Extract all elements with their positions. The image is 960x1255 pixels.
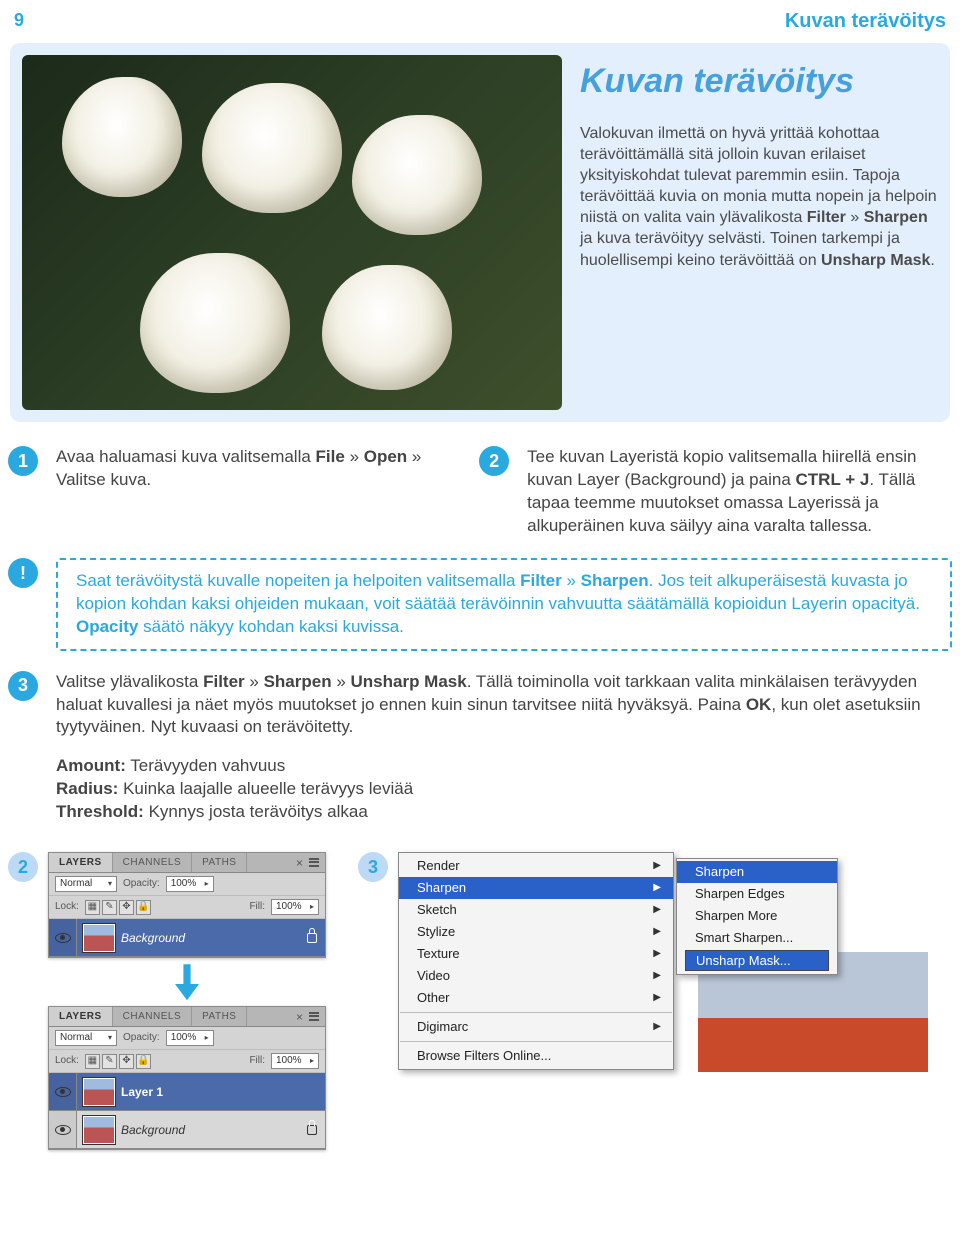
hero-image bbox=[22, 55, 562, 410]
blend-mode-select[interactable]: Normal▾ bbox=[55, 876, 117, 892]
menu-item-video[interactable]: Video▶ bbox=[399, 965, 673, 987]
hero-title: Kuvan terävöitys bbox=[580, 59, 938, 105]
hero-body: Valokuvan ilmettä on hyvä yrittää kohott… bbox=[580, 123, 938, 271]
panel-close-icon[interactable]: × bbox=[296, 855, 303, 871]
fill-label: Fill: bbox=[249, 900, 265, 914]
lock-transparent-icon[interactable]: ▦ bbox=[85, 900, 100, 915]
menu-separator bbox=[400, 1041, 672, 1042]
hero-box: Kuvan terävöitys Valokuvan ilmettä on hy… bbox=[10, 43, 950, 422]
panel-menu-icon[interactable] bbox=[305, 1010, 323, 1022]
tip-box: Saat terävöitystä kuvalle nopeiten ja he… bbox=[56, 558, 952, 651]
layers-panel-before: LAYERS CHANNELS PATHS × Normal▾ Opacity:… bbox=[48, 852, 326, 958]
layer-lock-icon bbox=[307, 1125, 317, 1135]
lock-all-icon[interactable]: 🔒 bbox=[136, 1054, 151, 1069]
step-marker-2: 2 bbox=[479, 446, 509, 476]
opacity-label: Opacity: bbox=[123, 877, 160, 891]
step-3-text: Valitse ylävalikosta Filter » Sharpen » … bbox=[56, 671, 952, 740]
sharpen-submenu: Sharpen Sharpen Edges Sharpen More Smart… bbox=[676, 858, 838, 975]
layer-name-label: Layer 1 bbox=[121, 1084, 163, 1100]
menu-item-render[interactable]: Render▶ bbox=[399, 855, 673, 877]
tab-channels[interactable]: CHANNELS bbox=[113, 853, 192, 872]
layer-thumb bbox=[83, 1116, 115, 1144]
menu-item-browse-filters[interactable]: Browse Filters Online... bbox=[399, 1045, 673, 1067]
menu-item-digimarc[interactable]: Digimarc▶ bbox=[399, 1016, 673, 1038]
tab-layers[interactable]: LAYERS bbox=[49, 853, 113, 872]
step-1-text: Avaa haluamasi kuva valitsemalla File » … bbox=[56, 446, 461, 492]
opacity-field[interactable]: 100%▸ bbox=[166, 876, 214, 892]
layer-name-label: Background bbox=[121, 930, 185, 946]
page-number: 9 bbox=[14, 8, 24, 35]
menu-item-sharpen[interactable]: Sharpen▶ bbox=[399, 877, 673, 899]
step-2-text: Tee kuvan Layeristä kopio valitsemalla h… bbox=[527, 446, 952, 538]
lock-pixels-icon[interactable]: ✎ bbox=[102, 1054, 117, 1069]
submenu-sharpen[interactable]: Sharpen bbox=[677, 861, 837, 883]
page-header: 9 Kuvan terävöitys bbox=[8, 0, 952, 39]
layer-background[interactable]: Background bbox=[49, 1111, 325, 1149]
panel-menu-icon[interactable] bbox=[305, 856, 323, 868]
visibility-eye-icon[interactable] bbox=[49, 1111, 77, 1148]
visibility-eye-icon[interactable] bbox=[49, 919, 77, 956]
fill-field[interactable]: 100%▸ bbox=[271, 1053, 319, 1069]
panel-close-icon[interactable]: × bbox=[296, 1009, 303, 1025]
visibility-eye-icon[interactable] bbox=[49, 1073, 77, 1110]
tip-marker: ! bbox=[8, 558, 38, 588]
arrow-down-icon bbox=[175, 964, 199, 1000]
fig-marker-3: 3 bbox=[358, 852, 388, 882]
submenu-sharpen-more[interactable]: Sharpen More bbox=[677, 905, 837, 927]
submenu-sharpen-edges[interactable]: Sharpen Edges bbox=[677, 883, 837, 905]
lock-pixels-icon[interactable]: ✎ bbox=[102, 900, 117, 915]
tip-row: ! Saat terävöitystä kuvalle nopeiten ja … bbox=[8, 558, 952, 651]
step-3-body: Valitse ylävalikosta Filter » Sharpen » … bbox=[56, 671, 952, 825]
lock-label: Lock: bbox=[55, 1054, 79, 1068]
step-3-row: 3 Valitse ylävalikosta Filter » Sharpen … bbox=[8, 671, 952, 825]
submenu-smart-sharpen[interactable]: Smart Sharpen... bbox=[677, 927, 837, 949]
menu-item-sketch[interactable]: Sketch▶ bbox=[399, 899, 673, 921]
layer-background[interactable]: Background bbox=[49, 919, 325, 957]
lock-position-icon[interactable]: ✥ bbox=[119, 900, 134, 915]
layer-thumb bbox=[83, 1078, 115, 1106]
layer-name-label: Background bbox=[121, 1122, 185, 1138]
layer-layer1[interactable]: Layer 1 bbox=[49, 1073, 325, 1111]
step-marker-3: 3 bbox=[8, 671, 38, 701]
layer-thumb bbox=[83, 924, 115, 952]
tab-layers[interactable]: LAYERS bbox=[49, 1007, 113, 1026]
layers-panels: LAYERS CHANNELS PATHS × Normal▾ Opacity:… bbox=[48, 852, 326, 1150]
opacity-label: Opacity: bbox=[123, 1031, 160, 1045]
fig-marker-2: 2 bbox=[8, 852, 38, 882]
bottom-screenshots: 2 LAYERS CHANNELS PATHS × Normal▾ Opacit… bbox=[8, 852, 952, 1150]
filter-menu: Render▶ Sharpen▶ Sketch▶ Stylize▶ Textur… bbox=[398, 852, 674, 1070]
step-marker-1: 1 bbox=[8, 446, 38, 476]
menu-item-stylize[interactable]: Stylize▶ bbox=[399, 921, 673, 943]
tab-paths[interactable]: PATHS bbox=[192, 853, 247, 872]
opacity-field[interactable]: 100%▸ bbox=[166, 1030, 214, 1046]
tab-paths[interactable]: PATHS bbox=[192, 1007, 247, 1026]
menu-item-texture[interactable]: Texture▶ bbox=[399, 943, 673, 965]
fill-label: Fill: bbox=[249, 1054, 265, 1068]
layers-panel-after: LAYERS CHANNELS PATHS × Normal▾ Opacity:… bbox=[48, 1006, 326, 1150]
page-title: Kuvan terävöitys bbox=[785, 8, 946, 35]
layer-lock-icon bbox=[307, 933, 317, 943]
steps-1-2: 1 Avaa haluamasi kuva valitsemalla File … bbox=[8, 446, 952, 538]
lock-transparent-icon[interactable]: ▦ bbox=[85, 1054, 100, 1069]
step-3-props: Amount: Terävyyden vahvuusRadius: Kuinka… bbox=[56, 755, 952, 824]
lock-label: Lock: bbox=[55, 900, 79, 914]
blend-mode-select[interactable]: Normal▾ bbox=[55, 1030, 117, 1046]
lock-all-icon[interactable]: 🔒 bbox=[136, 900, 151, 915]
tab-channels[interactable]: CHANNELS bbox=[113, 1007, 192, 1026]
submenu-unsharp-mask[interactable]: Unsharp Mask... bbox=[685, 950, 829, 971]
lock-position-icon[interactable]: ✥ bbox=[119, 1054, 134, 1069]
menu-item-other[interactable]: Other▶ bbox=[399, 987, 673, 1009]
fill-field[interactable]: 100%▸ bbox=[271, 899, 319, 915]
menu-separator bbox=[400, 1012, 672, 1013]
